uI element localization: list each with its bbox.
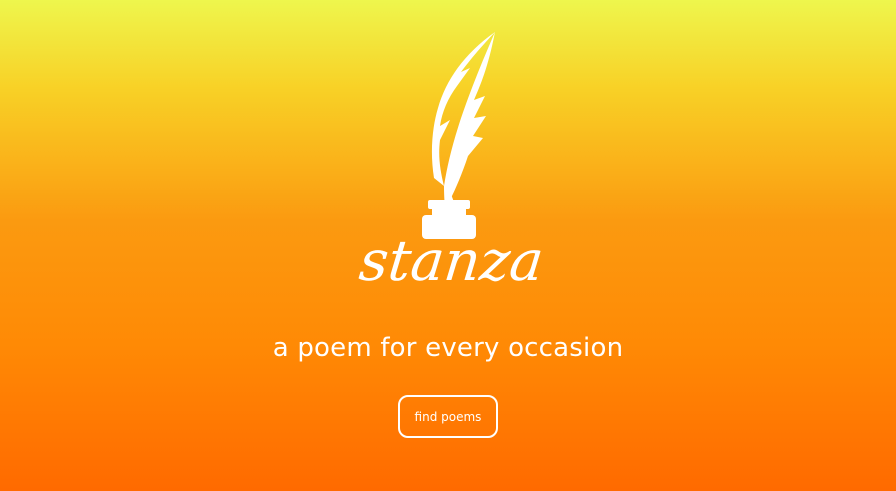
tagline: a poem for every occasion — [272, 333, 624, 363]
quill-icon — [431, 32, 495, 216]
stanza-logo: stanza — [356, 32, 547, 294]
find-poems-button[interactable]: find poems — [398, 395, 498, 438]
brand-wordmark: stanza — [356, 229, 546, 294]
find-poems-button-label: find poems — [414, 409, 482, 424]
landing-page: stanza a poem for every occasion find po… — [0, 0, 896, 491]
